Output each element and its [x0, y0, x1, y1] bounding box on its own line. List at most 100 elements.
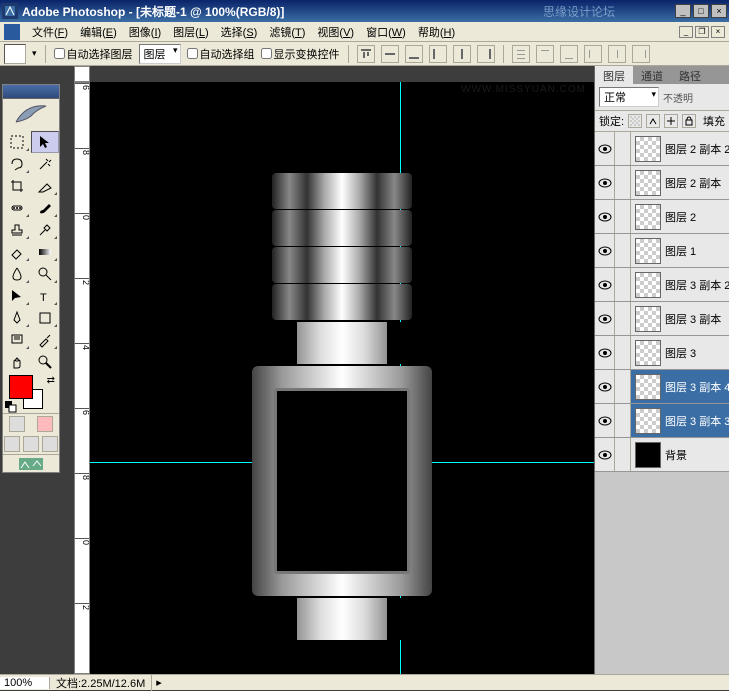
layer-thumbnail[interactable] [635, 408, 661, 434]
distribute-left-button[interactable] [584, 45, 602, 63]
layer-name[interactable]: 背景 [665, 447, 729, 463]
layer-thumbnail[interactable] [635, 238, 661, 264]
layer-row[interactable]: 图层 1 [595, 234, 729, 268]
link-cell[interactable] [615, 370, 631, 403]
blend-mode-select[interactable]: 正常 [599, 87, 659, 107]
feather-logo[interactable] [3, 99, 59, 131]
link-cell[interactable] [615, 200, 631, 233]
ruler-origin[interactable] [74, 66, 90, 82]
pen-tool[interactable] [3, 307, 31, 329]
layer-row[interactable]: 图层 3 副本 3 [595, 404, 729, 438]
zoom-tool[interactable] [31, 351, 59, 373]
layer-name[interactable]: 图层 3 副本 [665, 311, 729, 327]
eyedropper-tool[interactable] [31, 329, 59, 351]
layer-row[interactable]: 背景 [595, 438, 729, 472]
layer-thumbnail[interactable] [635, 204, 661, 230]
distribute-top-button[interactable] [512, 45, 530, 63]
visibility-toggle[interactable] [595, 132, 615, 165]
menu-f[interactable]: 文件(F) [26, 25, 74, 41]
standard-mode-button[interactable] [9, 416, 25, 432]
layer-row[interactable]: 图层 3 副本 [595, 302, 729, 336]
link-cell[interactable] [615, 132, 631, 165]
layer-thumbnail[interactable] [635, 170, 661, 196]
notes-tool[interactable] [3, 329, 31, 351]
type-tool[interactable]: T [31, 285, 59, 307]
brush-tool[interactable] [31, 197, 59, 219]
distribute-vcenter-button[interactable] [536, 45, 554, 63]
visibility-toggle[interactable] [595, 234, 615, 267]
layer-thumbnail[interactable] [635, 136, 661, 162]
align-bottom-button[interactable] [405, 45, 423, 63]
layer-name[interactable]: 图层 1 [665, 243, 729, 259]
link-cell[interactable] [615, 234, 631, 267]
path-select-tool[interactable] [3, 285, 31, 307]
align-right-button[interactable] [477, 45, 495, 63]
canvas[interactable]: WWW.MISSYUAN.COM [90, 82, 594, 674]
panel-tab-0[interactable]: 图层 [595, 66, 633, 84]
screen-menubar-button[interactable] [23, 436, 39, 452]
link-cell[interactable] [615, 404, 631, 437]
lock-position-button[interactable] [664, 114, 678, 128]
visibility-toggle[interactable] [595, 438, 615, 471]
history-brush-tool[interactable] [31, 219, 59, 241]
auto-select-group-checkbox[interactable]: 自动选择组 [187, 46, 255, 62]
crop-tool[interactable] [3, 175, 31, 197]
foreground-color[interactable] [9, 375, 33, 399]
blur-tool[interactable] [3, 263, 31, 285]
visibility-toggle[interactable] [595, 268, 615, 301]
doc-minimize-button[interactable]: _ [679, 26, 693, 38]
menu-w[interactable]: 窗口(W) [360, 25, 412, 41]
align-hcenter-button[interactable] [453, 45, 471, 63]
distribute-bottom-button[interactable] [560, 45, 578, 63]
menu-h[interactable]: 帮助(H) [412, 25, 461, 41]
doc-restore-button[interactable]: ❐ [695, 26, 709, 38]
gradient-tool[interactable] [31, 241, 59, 263]
close-button[interactable]: × [711, 4, 727, 18]
distribute-right-button[interactable] [632, 45, 650, 63]
quickmask-mode-button[interactable] [37, 416, 53, 432]
vertical-ruler[interactable]: 680246802 [74, 82, 90, 674]
panel-tab-1[interactable]: 通道 [633, 66, 671, 84]
heal-tool[interactable] [3, 197, 31, 219]
layer-name[interactable]: 图层 3 副本 3 [665, 413, 729, 429]
menu-v[interactable]: 视图(V) [311, 25, 360, 41]
align-vcenter-button[interactable] [381, 45, 399, 63]
layer-thumbnail[interactable] [635, 306, 661, 332]
layer-name[interactable]: 图层 3 副本 4 [665, 379, 729, 395]
auto-select-layer-checkbox[interactable]: 自动选择图层 [54, 46, 133, 62]
visibility-toggle[interactable] [595, 302, 615, 335]
lock-all-button[interactable] [682, 114, 696, 128]
slice-tool[interactable] [31, 175, 59, 197]
imageready-button[interactable] [3, 454, 59, 472]
visibility-toggle[interactable] [595, 404, 615, 437]
layer-row[interactable]: 图层 3 副本 2 [595, 268, 729, 302]
lock-pixels-button[interactable] [646, 114, 660, 128]
link-cell[interactable] [615, 438, 631, 471]
shape-tool[interactable] [31, 307, 59, 329]
layer-thumbnail[interactable] [635, 442, 661, 468]
distribute-hcenter-button[interactable] [608, 45, 626, 63]
visibility-toggle[interactable] [595, 370, 615, 403]
layer-name[interactable]: 图层 3 [665, 345, 729, 361]
link-cell[interactable] [615, 268, 631, 301]
doc-close-button[interactable]: × [711, 26, 725, 38]
menu-t[interactable]: 滤镜(T) [263, 25, 311, 41]
dodge-tool[interactable] [31, 263, 59, 285]
marquee-tool[interactable] [3, 131, 31, 153]
lasso-tool[interactable] [3, 153, 31, 175]
menu-s[interactable]: 选择(S) [215, 25, 264, 41]
move-tool[interactable] [31, 131, 59, 153]
current-tool-icon[interactable] [4, 44, 26, 64]
layer-thumbnail[interactable] [635, 272, 661, 298]
layer-thumbnail[interactable] [635, 340, 661, 366]
visibility-toggle[interactable] [595, 200, 615, 233]
menu-l[interactable]: 图层(L) [167, 25, 214, 41]
layer-name[interactable]: 图层 3 副本 2 [665, 277, 729, 293]
layer-name[interactable]: 图层 2 副本 [665, 175, 729, 191]
menu-i[interactable]: 图像(I) [123, 25, 167, 41]
link-cell[interactable] [615, 336, 631, 369]
menu-e[interactable]: 编辑(E) [74, 25, 123, 41]
layer-name[interactable]: 图层 2 副本 2 [665, 141, 729, 157]
visibility-toggle[interactable] [595, 336, 615, 369]
swap-colors-icon[interactable]: ⇄ [47, 375, 55, 386]
